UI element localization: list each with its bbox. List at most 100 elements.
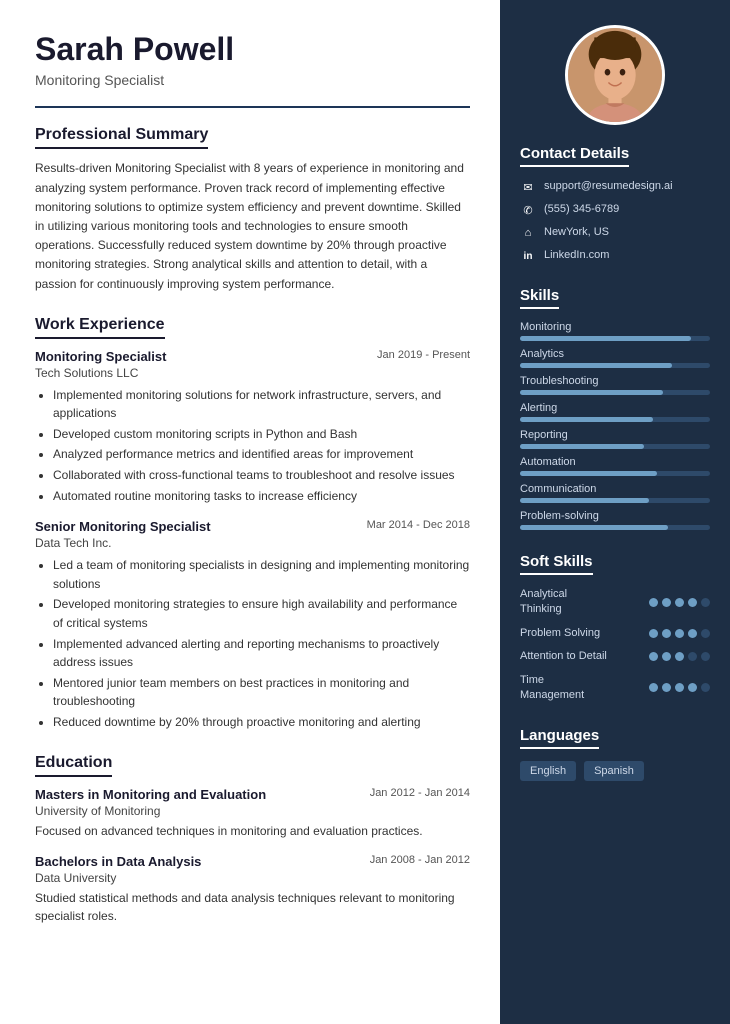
list-item: Reduced downtime by 20% through proactiv…: [53, 713, 470, 732]
skill-problem-solving-bar: [520, 525, 710, 530]
skill-communication-label: Communication: [520, 483, 710, 495]
soft-skill-attention: Attention to Detail: [520, 649, 710, 664]
skill-analytics: Analytics: [520, 348, 710, 368]
contact-section: Contact Details ✉ support@resumedesign.a…: [500, 145, 730, 287]
dot: [701, 598, 710, 607]
edu-1-dates: Jan 2012 - Jan 2014: [370, 787, 470, 799]
avatar: [565, 25, 665, 125]
dot: [688, 652, 697, 661]
job-2-header: Senior Monitoring Specialist Mar 2014 - …: [35, 519, 470, 534]
language-english: English: [520, 761, 576, 781]
job-1: Monitoring Specialist Jan 2019 - Present…: [35, 349, 470, 506]
work-experience-section: Work Experience Monitoring Specialist Ja…: [35, 316, 470, 732]
languages-section: Languages English Spanish: [500, 727, 730, 797]
contact-phone: ✆ (555) 345-6789: [520, 202, 710, 218]
dot: [662, 683, 671, 692]
soft-skill-time-label: Time Management: [520, 673, 610, 704]
skill-problem-solving: Problem-solving: [520, 510, 710, 530]
list-item: Developed monitoring strategies to ensur…: [53, 595, 470, 632]
edu-2-desc: Studied statistical methods and data ana…: [35, 889, 470, 925]
skill-communication-bar: [520, 498, 710, 503]
dot: [649, 629, 658, 638]
contact-location-text: NewYork, US: [544, 225, 609, 240]
job-2-company: Data Tech Inc.: [35, 536, 470, 550]
job-2-title: Senior Monitoring Specialist: [35, 519, 211, 534]
dot: [662, 598, 671, 607]
soft-skill-analytical-dots: [649, 598, 710, 607]
job-2-dates: Mar 2014 - Dec 2018: [367, 519, 470, 531]
location-icon: ⌂: [520, 225, 536, 241]
skill-automation-label: Automation: [520, 456, 710, 468]
job-2-bullets: Led a team of monitoring specialists in …: [35, 556, 470, 731]
dot: [701, 629, 710, 638]
soft-skills-title: Soft Skills: [520, 553, 593, 575]
email-icon: ✉: [520, 179, 536, 195]
job-1-company: Tech Solutions LLC: [35, 366, 470, 380]
dot: [662, 652, 671, 661]
left-column: Sarah Powell Monitoring Specialist Profe…: [0, 0, 500, 1024]
summary-text: Results-driven Monitoring Specialist wit…: [35, 159, 470, 293]
skill-reporting-label: Reporting: [520, 429, 710, 441]
right-column: Contact Details ✉ support@resumedesign.a…: [500, 0, 730, 1024]
contact-linkedin: in LinkedIn.com: [520, 248, 710, 264]
skill-troubleshooting-bar: [520, 390, 710, 395]
linkedin-icon: in: [520, 248, 536, 264]
contact-title: Contact Details: [520, 145, 629, 167]
skills-title: Skills: [520, 287, 559, 309]
skills-section: Skills Monitoring Analytics Troubleshoot…: [500, 287, 730, 553]
list-item: Developed custom monitoring scripts in P…: [53, 425, 470, 444]
job-2: Senior Monitoring Specialist Mar 2014 - …: [35, 519, 470, 731]
skill-monitoring: Monitoring: [520, 321, 710, 341]
skill-monitoring-label: Monitoring: [520, 321, 710, 333]
dot: [675, 598, 684, 607]
edu-1: Masters in Monitoring and Evaluation Jan…: [35, 787, 470, 840]
skill-alerting: Alerting: [520, 402, 710, 422]
phone-icon: ✆: [520, 202, 536, 218]
soft-skill-problem-solving: Problem Solving: [520, 626, 710, 641]
soft-skill-analytical-label: Analytical Thinking: [520, 587, 610, 618]
soft-skill-problem-solving-label: Problem Solving: [520, 626, 610, 641]
soft-skill-time-dots: [649, 683, 710, 692]
dot: [675, 629, 684, 638]
skill-troubleshooting-label: Troubleshooting: [520, 375, 710, 387]
soft-skill-attention-dots: [649, 652, 710, 661]
list-item: Automated routine monitoring tasks to in…: [53, 487, 470, 506]
edu-2-school: Data University: [35, 871, 470, 885]
name-section: Sarah Powell Monitoring Specialist: [35, 30, 470, 88]
dot: [701, 683, 710, 692]
list-item: Collaborated with cross-functional teams…: [53, 466, 470, 485]
dot: [701, 652, 710, 661]
language-tags: English Spanish: [520, 761, 710, 781]
skill-problem-solving-label: Problem-solving: [520, 510, 710, 522]
soft-skill-time: Time Management: [520, 673, 710, 704]
skill-automation: Automation: [520, 456, 710, 476]
contact-phone-text: (555) 345-6789: [544, 202, 619, 217]
skill-troubleshooting: Troubleshooting: [520, 375, 710, 395]
skill-reporting-bar: [520, 444, 710, 449]
soft-skill-attention-label: Attention to Detail: [520, 649, 610, 664]
skill-reporting: Reporting: [520, 429, 710, 449]
dot: [649, 683, 658, 692]
list-item: Implemented monitoring solutions for net…: [53, 386, 470, 423]
skill-alerting-bar: [520, 417, 710, 422]
dot: [688, 598, 697, 607]
language-spanish: Spanish: [584, 761, 644, 781]
soft-skill-problem-solving-dots: [649, 629, 710, 638]
candidate-name: Sarah Powell: [35, 30, 470, 68]
dot: [675, 683, 684, 692]
edu-2-header: Bachelors in Data Analysis Jan 2008 - Ja…: [35, 854, 470, 869]
dot: [675, 652, 684, 661]
avatar-image: [568, 28, 662, 122]
skill-analytics-bar: [520, 363, 710, 368]
soft-skills-section: Soft Skills Analytical Thinking Problem …: [500, 553, 730, 727]
job-1-dates: Jan 2019 - Present: [377, 349, 470, 361]
job-1-title: Monitoring Specialist: [35, 349, 166, 364]
dot: [662, 629, 671, 638]
summary-section: Professional Summary Results-driven Moni…: [35, 126, 470, 293]
skill-automation-bar: [520, 471, 710, 476]
edu-2-degree: Bachelors in Data Analysis: [35, 854, 201, 869]
dot: [688, 683, 697, 692]
edu-1-school: University of Monitoring: [35, 804, 470, 818]
job-1-bullets: Implemented monitoring solutions for net…: [35, 386, 470, 506]
edu-1-header: Masters in Monitoring and Evaluation Jan…: [35, 787, 470, 802]
